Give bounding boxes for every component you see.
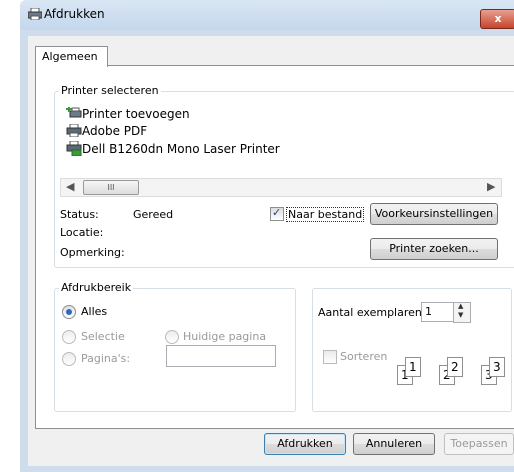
preferences-button[interactable]: Voorkeursinstellingen [370,203,498,225]
list-item-label: Dell B1260dn Mono Laser Printer [82,142,280,156]
find-printer-button[interactable]: Printer zoeken... [370,238,498,260]
copies-input[interactable]: 1 [421,302,456,322]
pages-input[interactable] [166,345,276,367]
apply-button[interactable]: Toepassen [444,433,514,455]
add-printer-icon [66,106,82,118]
network-printer-icon [66,140,82,157]
tab-label: Algemeen [42,50,98,63]
close-button[interactable]: x [480,9,514,29]
print-range-title: Afdrukbereik [59,281,134,294]
scroll-thumb[interactable]: III [83,180,139,195]
printer-list[interactable]: Printer toevoegen Adobe PDF Dell B1260dn… [60,100,510,180]
list-item[interactable]: Adobe PDF [66,123,148,138]
collate-page: 3 [489,357,505,377]
list-item[interactable]: Printer toevoegen [66,106,190,121]
collate-page: 1 [405,357,421,377]
collate-checkbox[interactable] [323,350,337,364]
copies-label: Aantal exemplaren: [318,306,426,319]
printer-group-title: Printer selecteren [59,84,161,97]
print-button[interactable]: Afdrukken [264,433,346,455]
status-label: Status: [60,208,99,221]
print-to-file-checkbox[interactable] [270,206,284,221]
all-radio[interactable] [62,305,76,319]
current-page-radio[interactable] [165,330,179,344]
copies-stepper[interactable]: ▲ ▼ [453,302,471,323]
collate-label[interactable]: Sorteren [340,350,387,363]
comment-label: Opmerking: [60,246,125,259]
list-item-label: Printer toevoegen [82,107,190,121]
printer-list-scrollbar[interactable]: ◀ III ▶ [60,178,502,197]
printer-icon [28,8,42,20]
status-value: Gereed [133,208,174,221]
list-item-label: Adobe PDF [82,124,148,138]
cancel-button[interactable]: Annuleren [353,433,435,455]
pages-label[interactable]: Pagina's: [81,352,130,365]
pages-radio[interactable] [62,352,76,366]
all-label[interactable]: Alles [81,305,107,318]
current-page-label[interactable]: Huidige pagina [183,330,266,343]
spin-down-icon[interactable]: ▼ [458,311,463,319]
selection-radio[interactable] [62,330,76,344]
printer-icon [66,123,82,138]
window-title: Afdrukken [44,7,105,21]
scroll-right-icon[interactable]: ▶ [487,180,495,193]
list-item[interactable]: Dell B1260dn Mono Laser Printer [66,140,280,157]
spin-up-icon[interactable]: ▲ [458,302,463,310]
location-label: Locatie: [60,226,104,239]
selection-label[interactable]: Selectie [81,330,125,343]
tab-general[interactable]: Algemeen [35,46,108,67]
collate-page: 2 [447,357,463,377]
close-icon: x [494,12,502,25]
print-to-file-label[interactable]: Naar bestand [286,207,365,222]
scroll-left-icon[interactable]: ◀ [66,180,74,193]
